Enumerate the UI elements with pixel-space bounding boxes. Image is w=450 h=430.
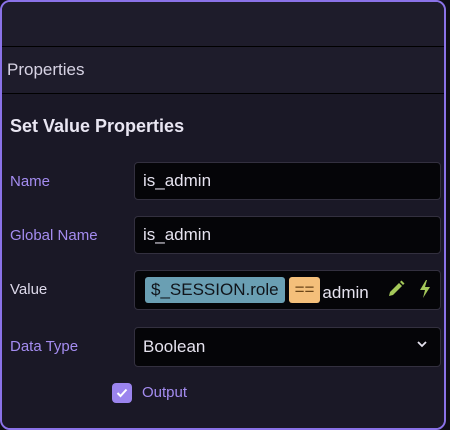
value-actions [386,279,432,304]
name-value: is_admin [143,171,212,190]
data-type-selected: Boolean [143,337,206,356]
section-title: Properties [7,60,85,79]
output-label[interactable]: Output [142,384,187,401]
variable-chip[interactable]: $_SESSION.role [145,277,285,303]
global-name-value: is_admin [143,225,212,244]
pencil-icon[interactable] [386,279,406,304]
name-label: Name [10,173,51,190]
value-expression-field[interactable]: $_SESSION.role == admin [134,270,441,310]
data-type-select[interactable]: Boolean [134,327,441,367]
check-icon [116,388,128,398]
global-name-label: Global Name [10,227,98,244]
properties-section-header[interactable]: Properties [2,47,444,94]
operator-chip[interactable]: == [288,277,321,303]
literal-value: admin [322,283,369,302]
output-checkbox[interactable] [112,383,132,403]
data-type-label: Data Type [10,338,79,355]
value-label: Value [10,281,48,298]
panel-heading: Set Value Properties [10,116,185,136]
chevron-down-icon [416,337,428,353]
properties-content: Set Value Properties Name is_admin Globa… [2,94,444,428]
properties-panel: Properties Set Value Properties Name is_… [0,0,446,430]
lightning-icon[interactable] [418,279,432,304]
global-name-field[interactable]: is_admin [134,216,441,254]
name-field[interactable]: is_admin [134,162,441,200]
panel-top-bar [2,2,444,47]
